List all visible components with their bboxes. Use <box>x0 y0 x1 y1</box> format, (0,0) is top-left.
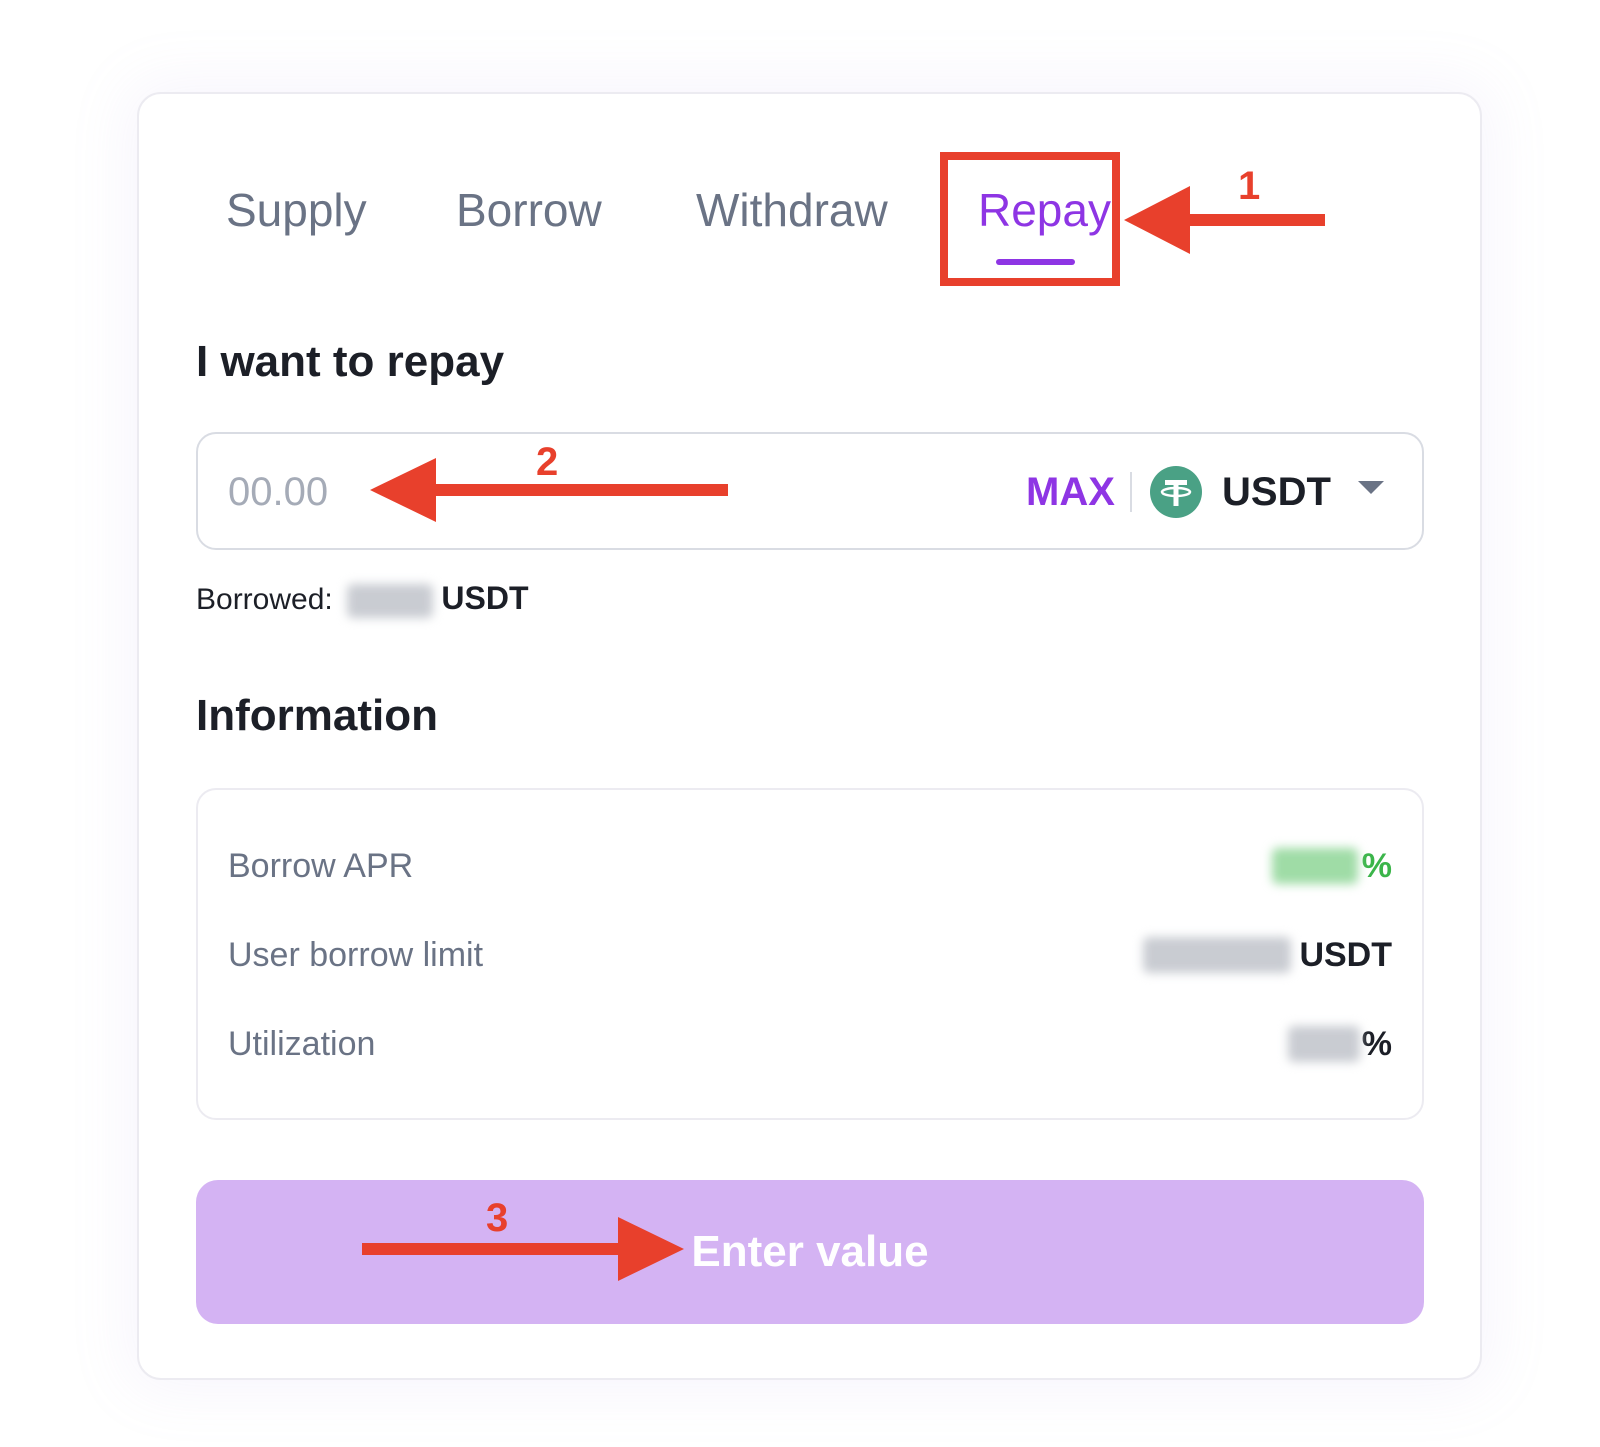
information-panel: Borrow APR % User borrow limit USDT Util… <box>196 788 1424 1120</box>
annotation-step-3: 3 <box>486 1196 509 1240</box>
enter-value-button[interactable]: Enter value <box>196 1180 1424 1324</box>
repay-heading: I want to repay <box>196 337 505 386</box>
borrowed-amount-redacted <box>347 584 434 619</box>
enter-value-label: Enter value <box>691 1227 929 1276</box>
borrow-apr-value: % <box>1271 842 1392 890</box>
token-select[interactable]: USDT <box>1150 458 1400 528</box>
tether-icon <box>1150 466 1202 518</box>
info-suffix: % <box>1361 847 1392 885</box>
utilization-redacted <box>1287 1026 1360 1062</box>
info-suffix: USDT <box>1299 936 1392 974</box>
info-label: Borrow APR <box>228 847 414 885</box>
tab-supply[interactable]: Supply <box>226 182 367 238</box>
borrow-apr-redacted <box>1271 848 1358 884</box>
info-row-borrow-limit: User borrow limit USDT <box>228 931 1392 979</box>
borrow-limit-value: USDT <box>1143 931 1392 979</box>
annotation-highlight-box <box>940 152 1120 286</box>
tab-borrow[interactable]: Borrow <box>456 182 602 238</box>
annotation-step-1: 1 <box>1238 164 1261 208</box>
amount-field: MAX USDT <box>196 432 1424 550</box>
info-row-utilization: Utilization % <box>228 1020 1392 1068</box>
info-label: Utilization <box>228 1025 376 1063</box>
borrowed-info: Borrowed: USDT <box>196 578 529 620</box>
screen: Supply Borrow Withdraw Repay I want to r… <box>0 0 1600 1447</box>
max-button[interactable]: MAX <box>1026 467 1115 517</box>
info-label: User borrow limit <box>228 936 484 974</box>
divider <box>1130 472 1132 512</box>
annotation-step-2: 2 <box>536 440 559 484</box>
info-row-borrow-apr: Borrow APR % <box>228 842 1392 890</box>
borrowed-unit: USDT <box>441 580 529 616</box>
info-suffix: % <box>1361 1025 1392 1063</box>
chevron-down-icon <box>1358 481 1384 494</box>
information-heading: Information <box>196 691 438 740</box>
amount-input[interactable] <box>228 464 828 520</box>
utilization-value: % <box>1287 1020 1392 1068</box>
borrowed-label: Borrowed: <box>196 583 333 616</box>
borrow-limit-redacted <box>1143 937 1292 973</box>
token-label: USDT <box>1222 470 1331 514</box>
tab-withdraw[interactable]: Withdraw <box>696 182 888 238</box>
